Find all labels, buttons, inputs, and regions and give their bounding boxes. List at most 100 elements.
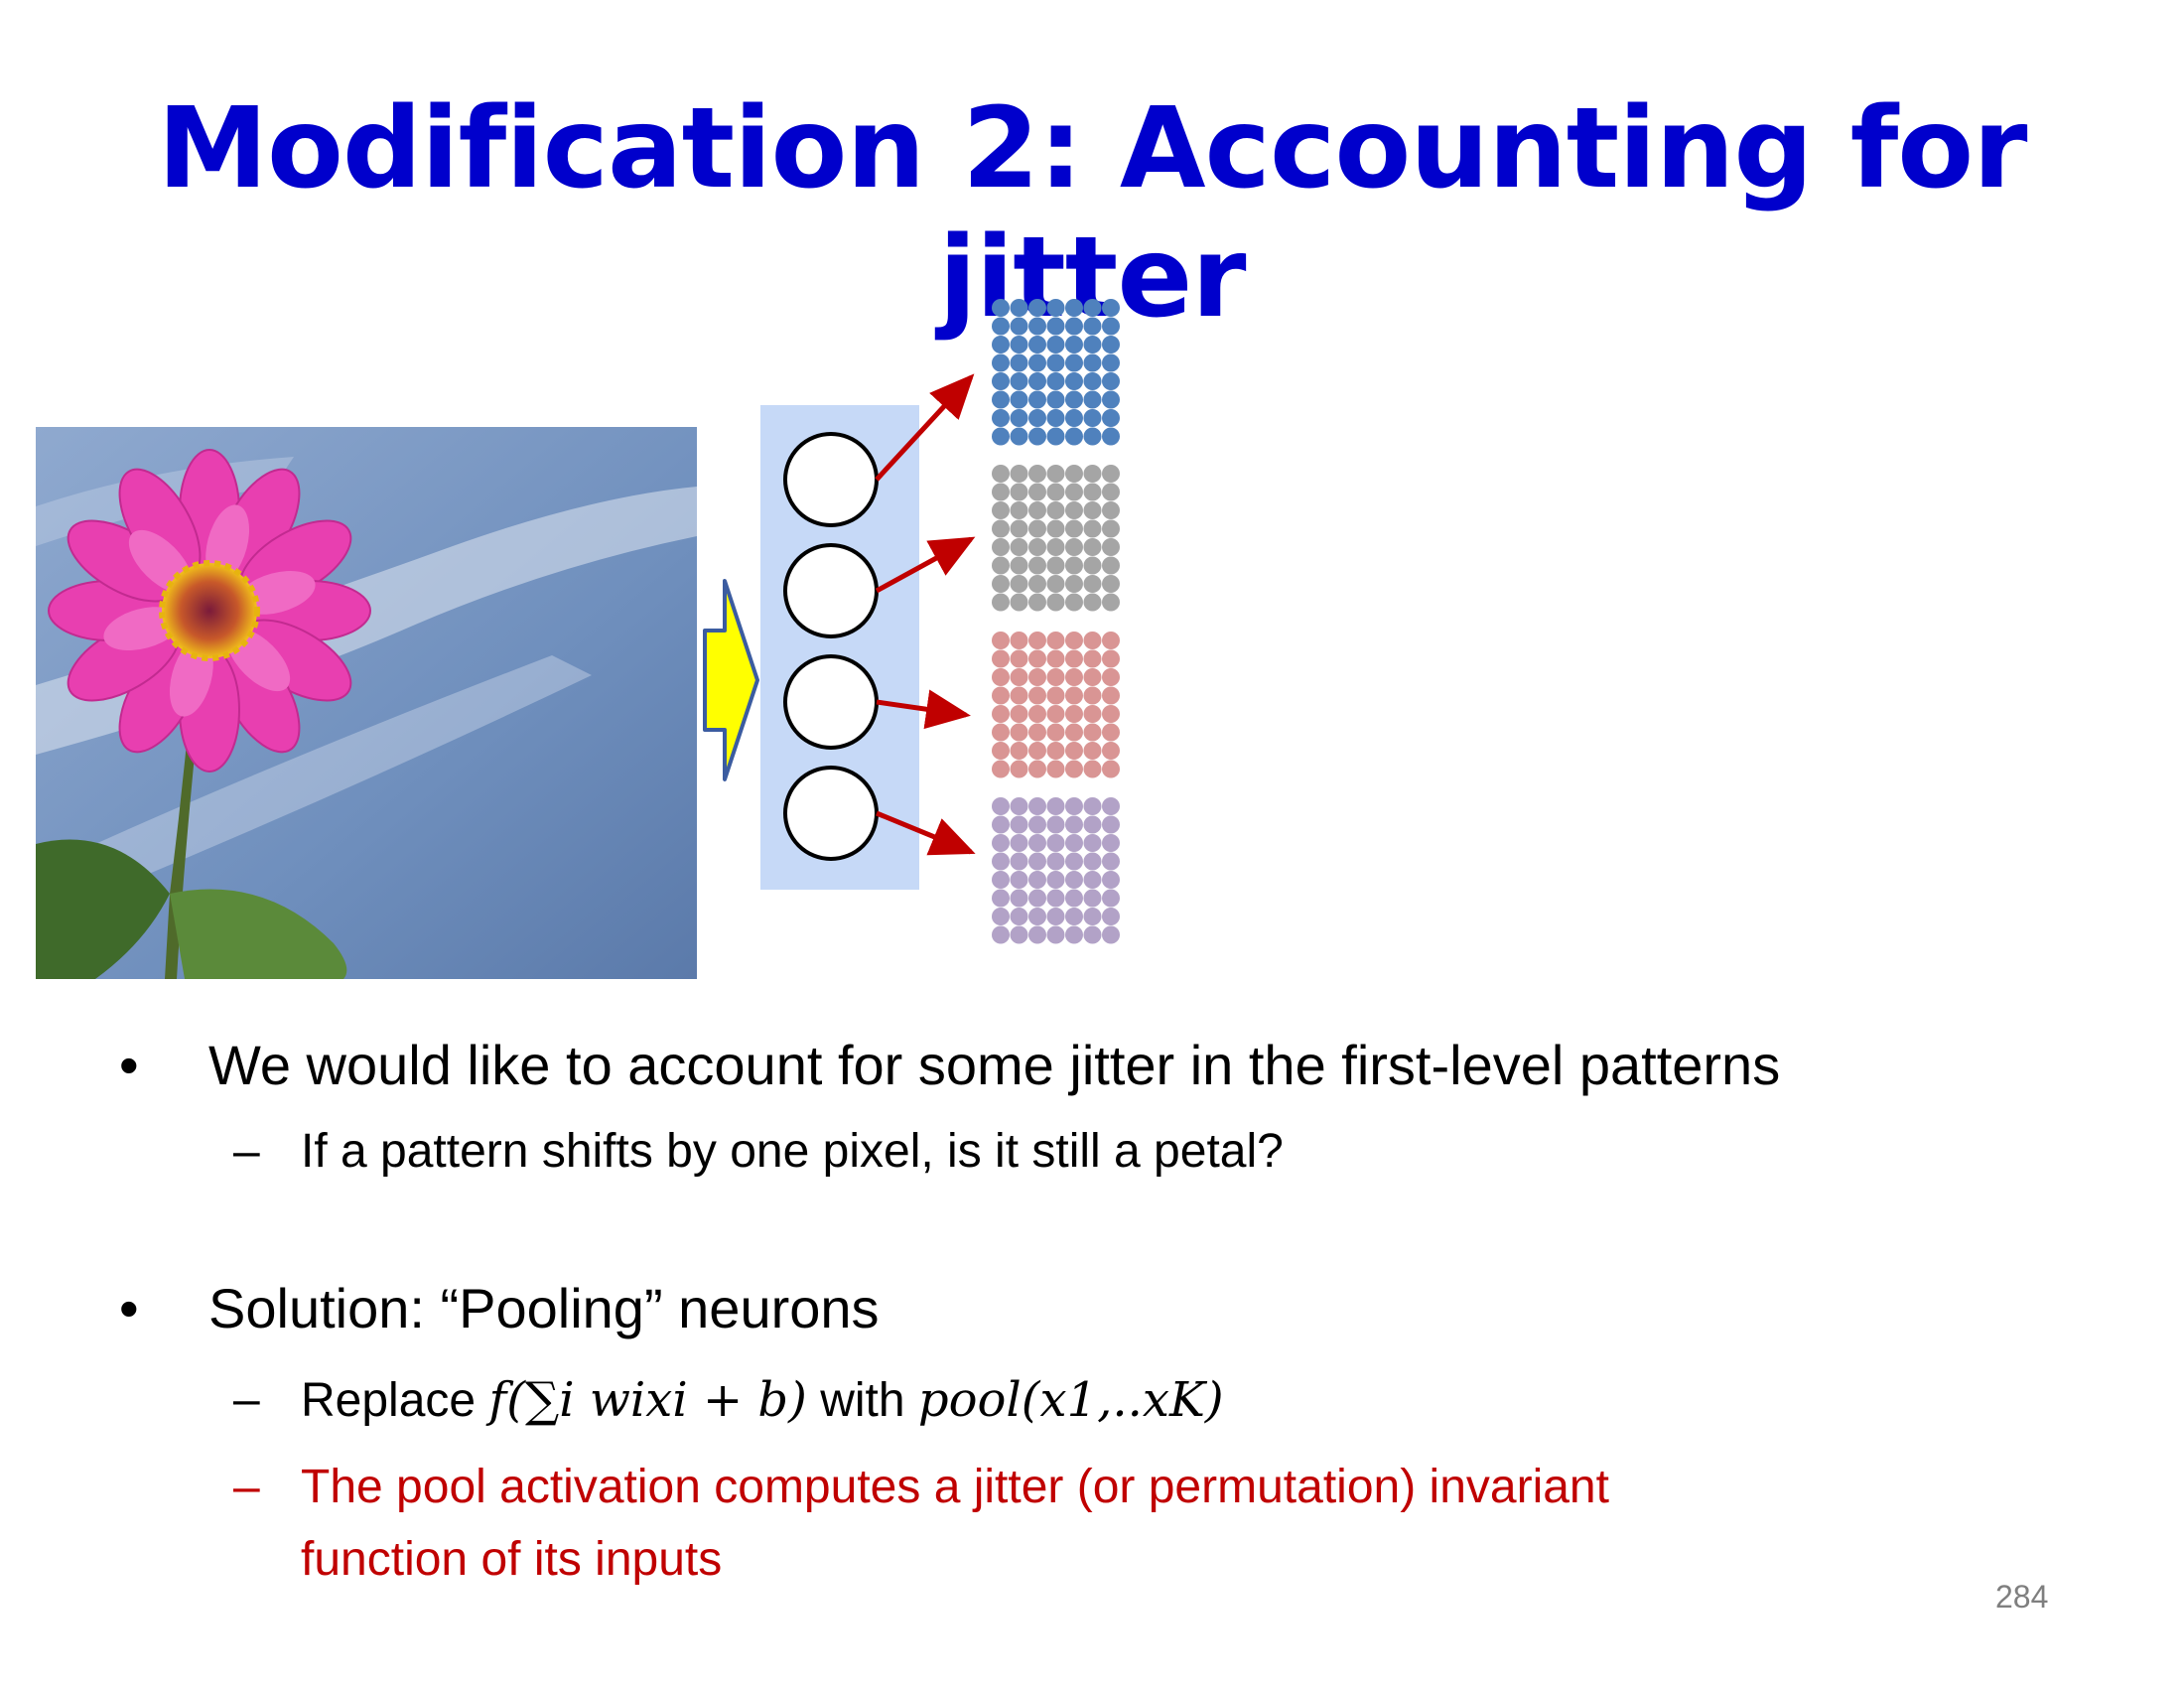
feature-map-unit [1028,686,1046,705]
feature-map-unit [992,925,1010,944]
feature-map-unit [1028,575,1046,593]
feature-map-unit [1083,871,1102,889]
feature-map-unit [992,501,1010,519]
feature-map-unit [1083,668,1102,686]
feature-map-unit [1046,649,1065,668]
feature-map-unit [1028,723,1046,742]
feature-map-unit [1065,632,1083,649]
feature-map-unit [1065,742,1083,760]
feature-map-unit [1028,889,1046,908]
feature-map-unit [1065,686,1083,705]
feature-map-unit [1028,353,1046,372]
feature-map-unit [1028,519,1046,538]
bullet-marker: • [119,1277,139,1339]
feature-map-unit [1102,852,1120,871]
feature-map-unit [1028,649,1046,668]
formula-neuron: f(∑i wixi + b) [488,1372,807,1428]
feature-map-unit [1010,668,1028,686]
feature-map-unit [1010,705,1028,723]
feature-map-unit [1046,852,1065,871]
feature-map-unit [1046,556,1065,575]
feature-map-unit [1028,705,1046,723]
feature-map-unit [1010,353,1028,372]
formula-pool: pool(x1,..xK) [917,1372,1224,1428]
bullet-text: We would like to account for some jitter… [208,1034,1781,1096]
feature-map-unit [1065,852,1083,871]
sub-bullet-text: Replace f(∑i wixi + b) with pool(x1,..xK… [301,1372,1224,1428]
feature-map-unit [1102,483,1120,501]
feature-map-unit [1028,834,1046,852]
feature-map-unit [1065,556,1083,575]
feature-map-unit [1083,649,1102,668]
feature-map-unit [992,390,1010,409]
feature-map-unit [1046,871,1065,889]
feature-map-unit [1083,889,1102,908]
feature-map-unit [1083,723,1102,742]
feature-map-unit [1046,742,1065,760]
feature-map-unit [1065,372,1083,390]
feature-map-unit [992,409,1010,427]
feature-map-unit [1102,593,1120,612]
neuron [783,432,879,527]
feature-map-unit [1010,575,1028,593]
feature-map-unit [1083,427,1102,446]
feature-map-unit [1028,760,1046,778]
feature-map-unit [1065,797,1083,815]
feature-map-unit [992,871,1010,889]
feature-map-unit [1102,723,1120,742]
feature-map-unit [1083,556,1102,575]
feature-map-unit [1046,465,1065,483]
feature-map-unit [1010,871,1028,889]
feature-map-unit [1065,705,1083,723]
feature-map-unit [1010,852,1028,871]
feature-map-unit [1102,908,1120,925]
feature-map-unit [1102,372,1120,390]
feature-map-unit [1028,409,1046,427]
feature-map-unit [992,632,1010,649]
feature-map-unit [992,353,1010,372]
feature-map-unit [1046,353,1065,372]
feature-map-unit [1046,908,1065,925]
feature-map-unit [1028,871,1046,889]
feature-map-unit [1102,336,1120,353]
feature-map-unit [1065,760,1083,778]
feature-map-unit [1028,925,1046,944]
feature-map-unit [1083,686,1102,705]
feature-map-unit [1010,317,1028,336]
feature-map-unit [1102,649,1120,668]
feature-map-unit [1028,317,1046,336]
feature-map-unit [1102,409,1120,427]
feature-map-unit [1046,299,1065,317]
feature-map-unit [1046,797,1065,815]
feature-map-unit [1028,593,1046,612]
feature-map-unit [1102,797,1120,815]
feature-map-unit [1010,519,1028,538]
feature-map-unit [1028,852,1046,871]
feature-map-unit [1083,742,1102,760]
feature-map-unit [1010,336,1028,353]
feature-map-unit [1046,925,1065,944]
neuron [783,543,879,638]
feature-map-unit [1046,390,1065,409]
feature-map-unit [1046,815,1065,834]
bullet-text: Solution: “Pooling” neurons [208,1277,880,1339]
feature-map-unit [1083,908,1102,925]
feature-map-unit [1010,760,1028,778]
feature-map-unit [1046,686,1065,705]
feature-map-unit [1083,353,1102,372]
feature-map-unit [1102,668,1120,686]
feature-map-unit [1010,649,1028,668]
pooling-diagram [703,299,1120,944]
feature-map-unit [992,686,1010,705]
input-arrow [703,579,759,781]
feature-map-unit [1065,649,1083,668]
feature-map-unit [992,705,1010,723]
feature-map-unit [1046,593,1065,612]
feature-map-unit [1065,299,1083,317]
feature-map-unit [1028,465,1046,483]
feature-map-unit [1065,465,1083,483]
feature-map-unit [1046,501,1065,519]
feature-map-unit [1046,336,1065,353]
feature-map-grid [992,465,1120,612]
feature-map-unit [1065,723,1083,742]
